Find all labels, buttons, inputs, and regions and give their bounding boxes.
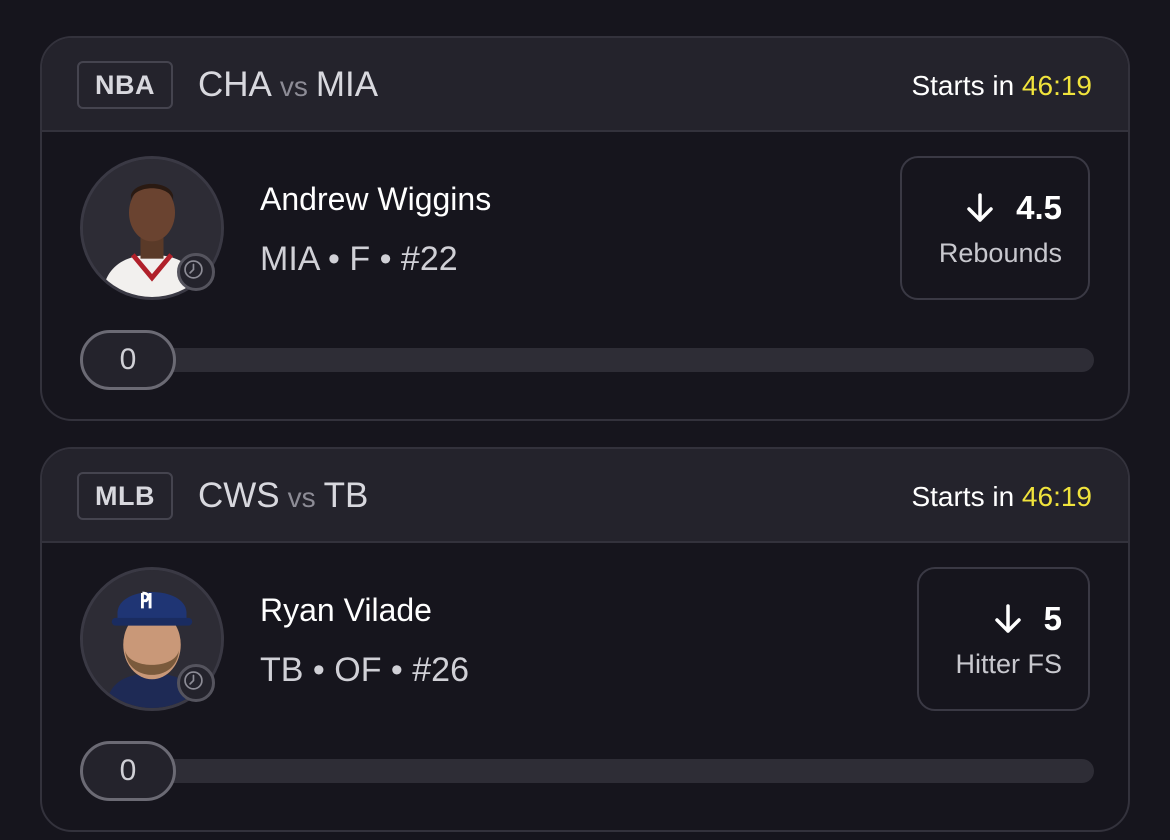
- player-meta: MIA • F • #22: [260, 240, 458, 278]
- team-b: MIA: [315, 65, 379, 104]
- player-name: Andrew Wiggins: [260, 181, 492, 217]
- matchup: CWS vs TB: [198, 475, 368, 519]
- starts-prefix: Starts in: [911, 70, 1015, 101]
- clock-icon: [177, 664, 215, 702]
- picks-list: NBA CHA vs MIA Starts in 46:19 Andrew Wi…: [0, 0, 1170, 840]
- stat-value: 5: [1043, 600, 1062, 637]
- league-badge: MLB: [77, 472, 173, 520]
- starts-time: 46:19: [1021, 70, 1092, 101]
- team-b: TB: [323, 476, 369, 515]
- league-badge: NBA: [77, 61, 173, 109]
- stat-projection-button[interactable]: 4.5 Rebounds: [900, 156, 1090, 300]
- stat-label: Hitter FS: [955, 649, 1062, 679]
- player-name: Ryan Vilade: [260, 592, 432, 628]
- player-meta: TB • OF • #26: [260, 651, 469, 689]
- card-header: NBA CHA vs MIA Starts in 46:19: [42, 38, 1128, 132]
- stat-value: 4.5: [1016, 189, 1062, 226]
- pick-card[interactable]: MLB CWS vs TB Starts in 46:19 Ryan Vilad…: [40, 447, 1130, 832]
- matchup: CHA vs MIA: [198, 64, 378, 108]
- pick-card[interactable]: NBA CHA vs MIA Starts in 46:19 Andrew Wi…: [40, 36, 1130, 421]
- card-header: MLB CWS vs TB Starts in 46:19: [42, 449, 1128, 543]
- arrow-down-icon: [967, 193, 993, 222]
- vs-label: vs: [287, 482, 316, 513]
- stat-value-row: 4.5: [962, 188, 1062, 228]
- start-countdown: Starts in 46:19: [911, 479, 1092, 515]
- progress-value: 0: [80, 330, 176, 390]
- progress-track: [80, 759, 1094, 783]
- team-a: CWS: [198, 476, 280, 515]
- progress-value: 0: [80, 741, 176, 801]
- stat-value-row: 5: [990, 599, 1062, 639]
- start-countdown: Starts in 46:19: [911, 68, 1092, 104]
- stat-projection-button[interactable]: 5 Hitter FS: [917, 567, 1090, 711]
- clock-icon: [177, 253, 215, 291]
- starts-prefix: Starts in: [911, 481, 1015, 512]
- team-a: CHA: [198, 65, 272, 104]
- progress-track: [80, 348, 1094, 372]
- stat-label: Rebounds: [938, 238, 1062, 268]
- starts-time: 46:19: [1021, 481, 1092, 512]
- vs-label: vs: [279, 71, 308, 102]
- arrow-down-icon: [994, 604, 1021, 633]
